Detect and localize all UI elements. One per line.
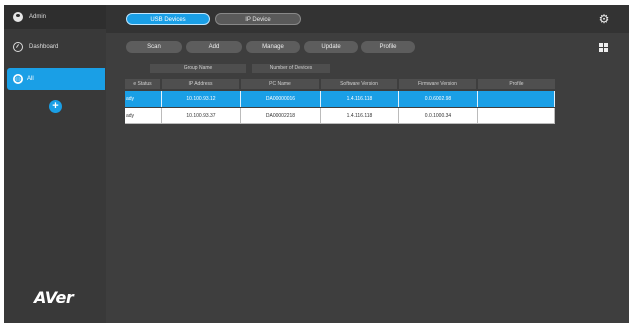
cell-pc-name: DA00000016 [241, 91, 321, 107]
scan-button[interactable]: Scan [126, 41, 182, 53]
manage-button[interactable]: Manage [246, 41, 300, 53]
dashboard-label: Dashboard [29, 44, 59, 50]
gear-icon[interactable]: ⚙ [598, 13, 610, 25]
cell-ip: 10.100.93.12 [162, 91, 241, 107]
sidebar: Admin Dashboard ◍ All + AVer [4, 5, 106, 323]
dashboard-icon [13, 42, 23, 52]
col-ip-address[interactable]: IP Address [162, 79, 239, 89]
user-label: Admin [29, 14, 47, 20]
sidebar-item-dashboard[interactable]: Dashboard [4, 39, 106, 55]
update-button[interactable]: Update [304, 41, 358, 53]
col-pc-name[interactable]: PC Name [241, 79, 319, 89]
table-row[interactable]: ady 10.100.93.12 DA00000016 1.4.116.118 … [125, 91, 555, 107]
col-status[interactable]: e Status [125, 79, 160, 89]
app-window: Admin Dashboard ◍ All + AVer USB Devices… [4, 5, 629, 323]
cell-firmware: 0.0.6002.98 [399, 91, 478, 107]
table-row[interactable]: ady 10.100.93.37 DA00002218 1.4.116.118 … [125, 108, 555, 124]
cell-status: ady [125, 108, 162, 124]
cell-status: ady [125, 91, 162, 107]
profile-button[interactable]: Profile [361, 41, 415, 53]
cell-profile [478, 91, 555, 107]
user-menu[interactable]: Admin [4, 5, 106, 29]
group-label: All [27, 76, 34, 82]
add-button[interactable]: Add [186, 41, 242, 53]
col-profile[interactable]: Profile [478, 79, 555, 89]
top-bar: USB Devices IP Device ⚙ [106, 5, 629, 33]
device-count-label: Number of Devices [252, 64, 330, 73]
cell-ip: 10.100.93.37 [162, 108, 241, 124]
user-icon [13, 12, 23, 22]
col-firmware-version[interactable]: Firmware Version [399, 79, 476, 89]
tab-usb-devices[interactable]: USB Devices [126, 13, 210, 25]
group-name-label: Group Name [150, 64, 246, 73]
cell-software: 1.4.116.118 [321, 108, 399, 124]
grid-view-icon[interactable] [599, 43, 608, 52]
cell-firmware: 0.0.1000.34 [399, 108, 478, 124]
sidebar-item-all[interactable]: ◍ All [7, 68, 105, 90]
aver-logo: AVer [34, 288, 74, 307]
globe-icon: ◍ [13, 74, 23, 84]
cell-profile [478, 108, 555, 124]
main-content: USB Devices IP Device ⚙ Scan Add Manage … [106, 5, 629, 323]
cell-software: 1.4.116.118 [321, 91, 399, 107]
cell-pc-name: DA00002218 [241, 108, 321, 124]
plus-icon: + [52, 100, 59, 112]
add-group-button[interactable]: + [49, 100, 62, 113]
col-software-version[interactable]: Software Version [321, 79, 397, 89]
tab-ip-device[interactable]: IP Device [215, 13, 301, 25]
